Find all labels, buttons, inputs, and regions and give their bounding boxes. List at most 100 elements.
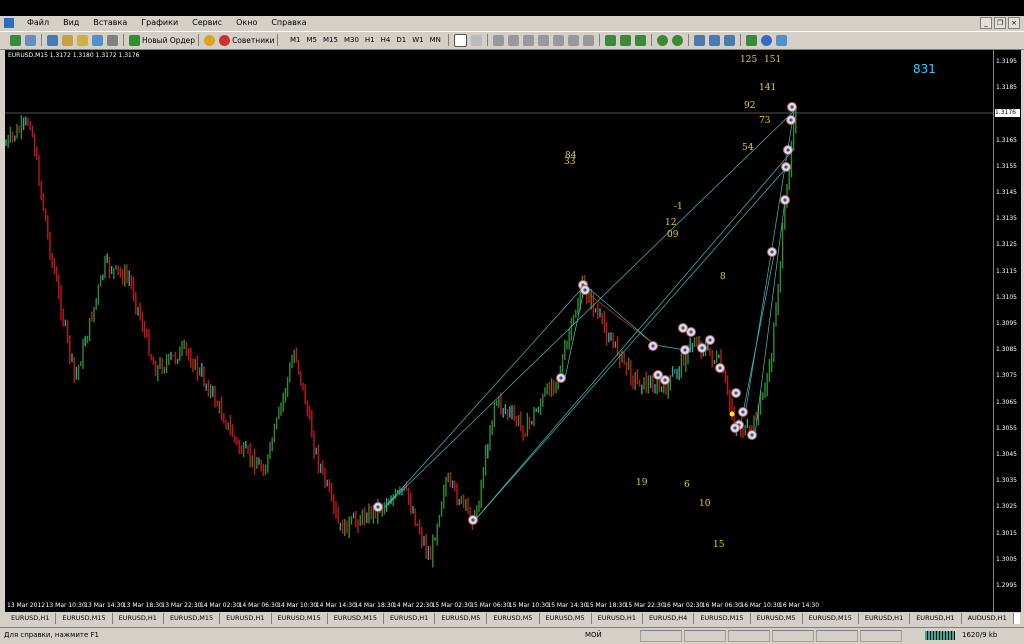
swing-point-dot [786, 148, 790, 152]
time-tick: 16 Mar 06:30 [701, 602, 742, 609]
swing-point-dot [783, 198, 787, 202]
price-chart[interactable]: EURUSD,M15 1.3172 1.3180 1.3172 1.3176 8… [5, 50, 993, 612]
advisors-button[interactable]: Советники [232, 36, 274, 45]
timeframe-m30[interactable]: M30 [341, 36, 362, 44]
vertical-line-icon[interactable] [493, 34, 504, 46]
annotation-label: 151 [764, 55, 782, 65]
chart-tab[interactable]: EURUSD,M15 [56, 613, 113, 624]
menu-charts[interactable]: Графики [134, 16, 185, 27]
price-tick: 1.3065 [996, 398, 1017, 406]
zoom-in-icon[interactable] [657, 34, 668, 46]
tester-icon[interactable] [107, 34, 118, 46]
channel-icon[interactable] [538, 34, 549, 46]
new-order-icon [129, 34, 140, 46]
trend-line [384, 109, 796, 508]
periods-icon[interactable] [761, 34, 772, 46]
templates-icon[interactable] [776, 34, 787, 46]
profiles-icon[interactable] [25, 34, 36, 46]
status-traffic: 1620/9 kb [962, 631, 998, 639]
annotation-label: 09 [667, 230, 679, 240]
menu-file[interactable]: Файл [20, 16, 56, 27]
chart-tab[interactable]: EURUSD,H1 [592, 613, 643, 624]
chart-shift-icon[interactable] [709, 34, 720, 46]
status-profile[interactable]: МОЙ [585, 631, 602, 639]
autoscroll-icon[interactable] [724, 34, 735, 46]
window-titlebar [0, 0, 1024, 16]
swing-point-dot [700, 346, 704, 350]
timeframe-w1[interactable]: W1 [409, 36, 426, 44]
indicators-icon[interactable] [746, 34, 757, 46]
menu-list: Файл Вид Вставка Графики Сервис Окно Спр… [20, 16, 314, 27]
timeframe-m15[interactable]: M15 [320, 36, 341, 44]
candle-chart-icon[interactable] [620, 34, 631, 46]
chart-tab[interactable]: EURUSD,M5 [435, 613, 488, 624]
menu-window[interactable]: Окно [229, 16, 264, 27]
chart-tab[interactable]: AUDUSD,M15 [1013, 613, 1020, 624]
arrow-label-icon[interactable] [583, 34, 594, 46]
price-tick: 1.3055 [996, 424, 1017, 432]
crosshair-icon[interactable] [471, 34, 482, 46]
terminal-icon[interactable] [92, 34, 103, 46]
swing-point-dot [750, 433, 754, 437]
trendline-icon[interactable] [523, 34, 534, 46]
menu-help[interactable]: Справка [264, 16, 313, 27]
menu-insert[interactable]: Вставка [86, 16, 134, 27]
timeframe-h4[interactable]: H4 [378, 36, 394, 44]
navigator-icon[interactable] [77, 34, 88, 46]
chart-tab[interactable]: EURUSD,M15 [803, 613, 859, 624]
data-window-icon[interactable] [62, 34, 73, 46]
price-tick: 1.3005 [996, 555, 1017, 563]
swing-point-dot [770, 250, 774, 254]
price-axis[interactable]: 1.3195 1.3185 1.3165 1.3155 1.3145 1.3135 1.31… [993, 50, 1021, 612]
timeframe-m5[interactable]: M5 [304, 36, 321, 44]
trend-line [474, 166, 788, 521]
cursor-icon[interactable] [454, 33, 467, 47]
timeframe-m1[interactable]: M1 [287, 36, 304, 44]
advisor-toggle-icon[interactable] [204, 34, 216, 46]
timeframe-mn[interactable]: MN [427, 36, 444, 44]
time-tick: 13 Mar 2012 [7, 602, 46, 609]
menu-view[interactable]: Вид [56, 16, 86, 27]
chart-tab[interactable]: EURUSD,H1 [5, 613, 57, 624]
zoom-out-icon[interactable] [672, 34, 683, 46]
line-chart-icon[interactable] [635, 34, 646, 46]
chart-tab[interactable]: EURUSD,M5 [487, 613, 540, 624]
chart-tab[interactable]: EURUSD,H1 [384, 613, 436, 624]
menu-tools[interactable]: Сервис [185, 16, 229, 27]
chart-tab[interactable]: EURUSD,H1 [113, 613, 164, 624]
chart-tab[interactable]: EURUSD,M15 [694, 613, 751, 624]
annotation-label: 73 [759, 116, 771, 126]
chart-tab[interactable]: EURUSD,M5 [751, 613, 803, 624]
new-order-button[interactable]: Новый Ордер [142, 36, 195, 45]
chart-tab[interactable]: EURUSD,M5 [540, 613, 592, 624]
chart-tab[interactable]: EURUSD,H4 [643, 613, 695, 624]
annotation-label: 15 [713, 540, 725, 550]
chart-tab[interactable]: EURUSD,H1 [910, 613, 962, 624]
time-axis[interactable]: 13 Mar 2012 13 Mar 10:30 13 Mar 14:30 13 Ma… [5, 600, 993, 612]
chart-tab[interactable]: EURUSD,H1 [220, 613, 272, 624]
price-tick: 1.3105 [996, 293, 1017, 301]
chart-tab[interactable]: EURUSD,M15 [328, 613, 384, 624]
price-tick: 1.2995 [996, 582, 1017, 589]
time-tick: 15 Mar 06:30 [470, 602, 511, 609]
tile-windows-icon[interactable] [694, 34, 705, 46]
time-tick: 16 Mar 02:30 [663, 602, 704, 609]
market-watch-icon[interactable] [47, 34, 58, 46]
restore-icon[interactable]: ❐ [994, 17, 1006, 29]
chart-tab[interactable]: EURUSD,M15 [272, 613, 328, 624]
text-icon[interactable] [568, 34, 579, 46]
new-chart-icon[interactable] [10, 34, 21, 46]
swing-point-dot [559, 376, 563, 380]
horizontal-line-icon[interactable] [508, 34, 519, 46]
timeframe-d1[interactable]: D1 [393, 36, 409, 44]
fibonacci-icon[interactable] [553, 34, 564, 46]
timeframe-h1[interactable]: H1 [362, 36, 378, 44]
minimize-icon[interactable]: _ [980, 17, 992, 29]
price-tick: 1.3155 [996, 162, 1017, 170]
chart-tab[interactable]: EURUSD,M15 [164, 613, 221, 624]
close-icon[interactable]: × [1008, 17, 1020, 29]
chart-tab[interactable]: AUDUSD,H1 [962, 613, 1014, 624]
time-tick: 13 Mar 14:30 [84, 602, 125, 609]
chart-tab[interactable]: EURUSD,H1 [859, 613, 911, 624]
bar-chart-icon[interactable] [605, 34, 616, 46]
